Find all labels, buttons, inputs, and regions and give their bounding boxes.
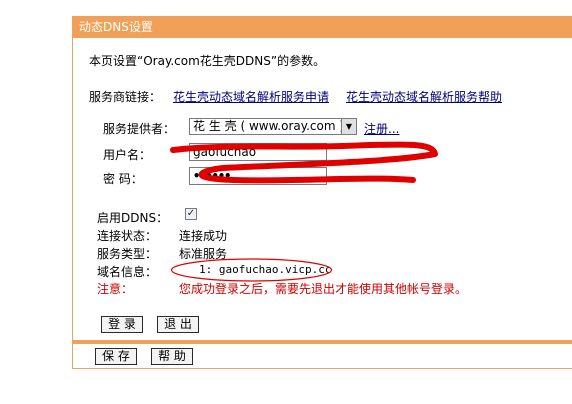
username-label: 用户名： — [103, 148, 152, 162]
domain-info-label: 域名信息： — [97, 265, 158, 279]
service-type-value: 标准服务 — [179, 247, 228, 261]
panel-title: 动态DNS设置 — [73, 16, 572, 38]
chevron-down-icon[interactable]: ▼ — [341, 119, 356, 134]
register-link[interactable]: 注册... — [364, 120, 399, 137]
help-button[interactable]: 帮 助 — [151, 348, 193, 365]
provider-label: 服务提供者： — [103, 122, 176, 136]
logout-button[interactable]: 退 出 — [157, 316, 199, 333]
service-links-label: 服务商链接： — [89, 90, 162, 104]
provider-select[interactable]: 花 生 壳 ( www.oray.com ) ▼ — [189, 118, 357, 135]
connection-status-value: 连接成功 — [179, 229, 228, 243]
ddns-apply-link[interactable]: 花生壳动态域名解析服务申请 — [173, 88, 329, 105]
ddns-help-link[interactable]: 花生壳动态域名解析服务帮助 — [346, 88, 502, 105]
enable-ddns-label: 启用DDNS： — [97, 211, 169, 225]
password-field[interactable]: •••••• — [189, 167, 327, 185]
note-text: 您成功登录之后，需要先退出才能使用其他帐号登录。 — [179, 282, 468, 296]
enable-ddns-checkbox[interactable]: ✓ — [185, 208, 197, 220]
username-field[interactable]: gaofuchao — [189, 143, 327, 161]
ddns-settings-panel: 动态DNS设置 本页设置“Oray.com花生壳DDNS”的参数。 服务商链接：… — [72, 16, 572, 369]
note-label: 注意： — [97, 282, 134, 296]
save-button[interactable]: 保 存 — [95, 348, 137, 365]
page-description: 本页设置“Oray.com花生壳DDNS”的参数。 — [89, 54, 326, 68]
service-type-label: 服务类型： — [97, 247, 158, 261]
provider-selected-value: 花 生 壳 ( www.oray.com ) — [193, 119, 345, 133]
password-label: 密 码： — [103, 172, 143, 186]
connection-status-label: 连接状态： — [97, 229, 158, 243]
domain-info-value: 1: gaofuchao.vicp.cc — [199, 263, 332, 276]
login-button[interactable]: 登 录 — [101, 316, 143, 333]
divider — [73, 340, 572, 344]
